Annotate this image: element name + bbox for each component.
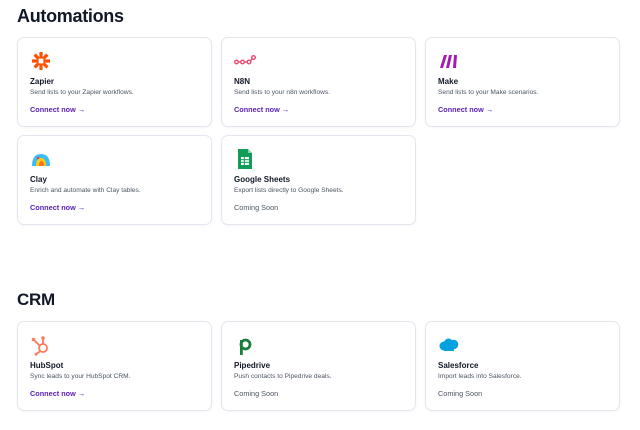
card-description: Push contacts to Pipedrive deals. (234, 373, 332, 380)
n8n-icon (234, 50, 257, 72)
card-description: Export lists directly to Google Sheets. (234, 187, 344, 194)
pipedrive-card: Pipedrive Push contacts to Pipedrive dea… (221, 321, 416, 411)
card-title: HubSpot (30, 361, 64, 370)
make-card: Make Send lists to your Make scenarios. … (425, 37, 620, 127)
automations-heading: Automations (17, 6, 124, 26)
card-title: Zapier (30, 77, 55, 86)
make-connect-link[interactable]: Connect now → (438, 105, 493, 114)
card-description: Send lists to your Zapier workflows. (30, 89, 134, 96)
card-title: Salesforce (438, 361, 479, 370)
zapier-icon (30, 50, 52, 72)
card-description: Import leads into Salesforce. (438, 373, 522, 380)
n8n-card: N8N Send lists to your n8n workflows. Co… (221, 37, 416, 127)
salesforce-icon (438, 334, 460, 356)
pipedrive-icon (234, 334, 256, 356)
zapier-card: Zapier Send lists to your Zapier workflo… (17, 37, 212, 127)
clay-icon (30, 148, 52, 170)
card-title: Clay (30, 175, 47, 184)
card-description: Sync leads to your HubSpot CRM. (30, 373, 131, 380)
zapier-connect-link[interactable]: Connect now → (30, 105, 85, 114)
google-sheets-card: Google Sheets Export lists directly to G… (221, 135, 416, 225)
hubspot-icon (30, 334, 52, 356)
card-title: N8N (234, 77, 251, 86)
coming-soon-label: Coming Soon (234, 203, 279, 212)
card-description: Send lists to your n8n workflows. (234, 89, 331, 96)
salesforce-card: Salesforce Import leads into Salesforce.… (425, 321, 620, 411)
card-description: Enrich and automate with Clay tables. (30, 187, 141, 194)
clay-connect-link[interactable]: Connect now → (30, 203, 85, 212)
hubspot-card: HubSpot Sync leads to your HubSpot CRM. … (17, 321, 212, 411)
coming-soon-label: Coming Soon (438, 389, 483, 398)
make-icon (438, 50, 460, 72)
card-title: Pipedrive (234, 361, 271, 370)
crm-heading: CRM (17, 290, 55, 309)
google-sheets-icon (234, 148, 256, 170)
clay-card: Clay Enrich and automate with Clay table… (17, 135, 212, 225)
hubspot-connect-link[interactable]: Connect now → (30, 389, 85, 398)
card-title: Google Sheets (234, 175, 291, 184)
coming-soon-label: Coming Soon (234, 389, 279, 398)
card-title: Make (438, 77, 459, 86)
n8n-connect-link[interactable]: Connect now → (234, 105, 289, 114)
card-description: Send lists to your Make scenarios. (438, 89, 539, 96)
